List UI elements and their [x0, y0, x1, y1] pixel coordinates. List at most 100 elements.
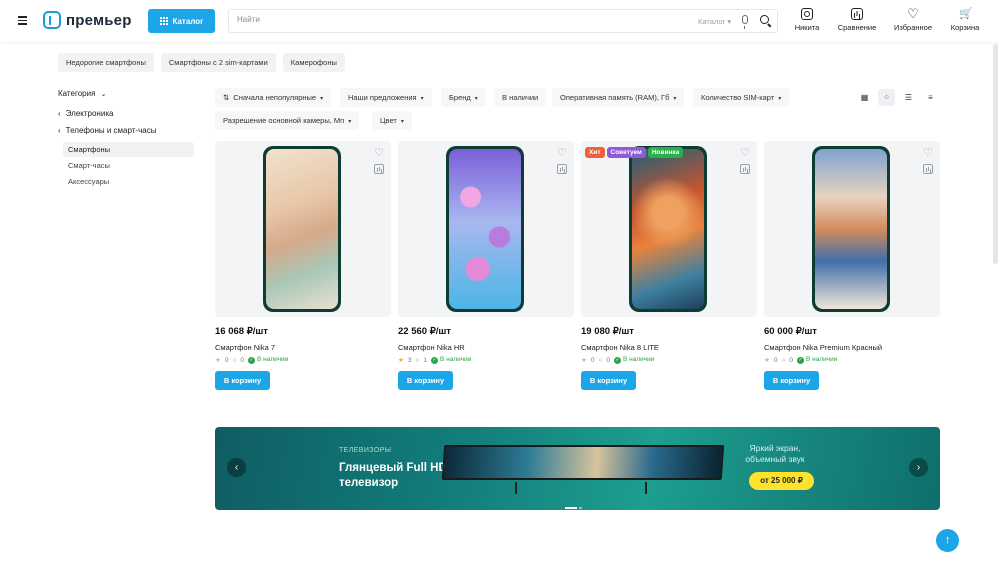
- grid-icon: [159, 17, 168, 25]
- filter-camera-label: Разрешение основной камеры, Мп: [223, 116, 345, 125]
- add-to-cart-button[interactable]: В корзину: [581, 371, 636, 390]
- view-grid-icon[interactable]: ⁘: [878, 89, 895, 106]
- sidebar-parent-electronics[interactable]: ‹ Электроника: [58, 109, 113, 118]
- check-icon: ✓: [248, 357, 256, 364]
- stock-status: ✓ В наличии: [431, 356, 471, 364]
- phone-image: [812, 146, 890, 312]
- microphone-icon[interactable]: [742, 15, 748, 29]
- filter-ram[interactable]: Оперативная память (RAM), Гб ▾: [552, 88, 685, 107]
- category-toggle[interactable]: Категория ⌄: [58, 89, 107, 98]
- search-bar: Каталог ▾: [228, 9, 778, 33]
- favorite-heart-icon[interactable]: ♡: [557, 146, 567, 159]
- product-card[interactable]: ♡ 60 000 ₽/шт Смартфон Nika Premium Крас…: [764, 141, 940, 390]
- filter-offers[interactable]: Наши предложения ▾: [340, 88, 432, 107]
- sidebar-item-accessories[interactable]: Аксессуары: [63, 174, 194, 189]
- product-image[interactable]: ♡: [398, 141, 574, 317]
- view-large-grid-icon[interactable]: ▦: [856, 89, 873, 106]
- filter-camera[interactable]: Разрешение основной камеры, Мп ▾: [215, 111, 360, 130]
- compare-icon[interactable]: [923, 164, 933, 174]
- sidebar-parent-label: Телефоны и смарт-часы: [65, 126, 157, 135]
- product-card[interactable]: Хит Советуем Новинка ♡ 19 080 ₽/шт Смарт…: [581, 141, 757, 390]
- product-image[interactable]: ♡: [215, 141, 391, 317]
- product-meta: ★ 0 ○ 0 ✓ В наличии: [215, 356, 391, 364]
- search-input[interactable]: [237, 15, 677, 24]
- filter-in-stock[interactable]: В наличии: [494, 88, 547, 107]
- search-scope-select[interactable]: Каталог ▾: [698, 17, 731, 26]
- sidebar-item-smartwatches[interactable]: Смарт-часы: [63, 158, 194, 173]
- product-image[interactable]: Хит Советуем Новинка ♡: [581, 141, 757, 317]
- product-name[interactable]: Смартфон Nika Premium Красный: [764, 343, 940, 352]
- banner-price-button[interactable]: от 25 000 ₽: [749, 472, 814, 490]
- phone-image: [263, 146, 341, 312]
- header-favorites[interactable]: ♡ Избранное: [885, 7, 941, 32]
- product-meta: ★ 0 ○ 0 ✓ В наличии: [764, 356, 940, 364]
- banner-next-arrow-icon[interactable]: ›: [909, 458, 928, 477]
- favorites-label: Избранное: [893, 23, 932, 32]
- caret-down-icon: ▾: [320, 96, 324, 102]
- menu-icon[interactable]: [18, 16, 27, 25]
- stock-label: В наличии: [257, 356, 289, 363]
- banner-side-text: Яркий экран, объемный звук: [745, 443, 805, 464]
- add-to-cart-button[interactable]: В корзину: [398, 371, 453, 390]
- banner-prev-arrow-icon[interactable]: ‹: [227, 458, 246, 477]
- sidebar-item-smartphones[interactable]: Смартфоны: [63, 142, 194, 157]
- sort-label: Сначала непопулярные: [233, 93, 317, 102]
- stock-status: ✓ В наличии: [248, 356, 288, 364]
- compare-icon[interactable]: [374, 164, 384, 174]
- compare-icon[interactable]: [557, 164, 567, 174]
- favorite-heart-icon[interactable]: ♡: [740, 146, 750, 159]
- filter-sim-count[interactable]: Количество SIM-карт ▾: [693, 88, 790, 107]
- search-icon[interactable]: [760, 15, 769, 24]
- chevron-down-icon: ⌄: [100, 91, 107, 98]
- image-pager: [846, 313, 860, 315]
- compare-icon[interactable]: [740, 164, 750, 174]
- view-compact-list-icon[interactable]: ≡: [922, 89, 939, 106]
- favorite-heart-icon[interactable]: ♡: [374, 146, 384, 159]
- tag-camera-phones[interactable]: Камерофоны: [282, 53, 345, 72]
- catalog-button[interactable]: Каталог: [148, 9, 215, 33]
- reviews-count: 0: [606, 356, 611, 364]
- caret-down-icon: ▾: [474, 96, 478, 102]
- stock-label: В наличии: [440, 356, 472, 363]
- promo-banner[interactable]: ‹ ТЕЛЕВИЗОРЫ Глянцевый Full HD телевизор…: [215, 427, 940, 510]
- catalog-button-label: Каталог: [172, 16, 204, 26]
- add-to-cart-button[interactable]: В корзину: [764, 371, 819, 390]
- scroll-to-top-button[interactable]: ↑: [936, 529, 959, 552]
- product-price: 22 560 ₽/шт: [398, 326, 451, 337]
- product-image[interactable]: ♡: [764, 141, 940, 317]
- header-compare[interactable]: Сравнение: [829, 8, 885, 32]
- product-card[interactable]: ♡ 16 068 ₽/шт Смартфон Nika 7 ★ 0 ○ 0 ✓ В н…: [215, 141, 391, 390]
- filter-color[interactable]: Цвет ▾: [372, 111, 412, 130]
- tag-dual-sim[interactable]: Смартфоны с 2 sim-картами: [160, 53, 276, 72]
- comment-icon: ○: [781, 356, 786, 364]
- caret-down-icon: ▾: [673, 96, 677, 102]
- image-pager: [480, 313, 494, 315]
- logo[interactable]: премьер: [43, 11, 132, 29]
- caret-down-icon: ▾: [400, 119, 404, 125]
- product-name[interactable]: Смартфон Nika 8 LITE: [581, 343, 757, 352]
- tv-stand: [645, 482, 647, 494]
- add-to-cart-button[interactable]: В корзину: [215, 371, 270, 390]
- product-card[interactable]: ♡ 22 560 ₽/шт Смартфон Nika HR ★ 3 ○ 1 ✓ В …: [398, 141, 574, 390]
- check-icon: ✓: [431, 357, 439, 364]
- product-name[interactable]: Смартфон Nika HR: [398, 343, 574, 352]
- sidebar-parent-label: Электроника: [65, 109, 114, 118]
- view-list-icon[interactable]: ☰: [900, 89, 917, 106]
- star-icon: ★: [581, 357, 587, 364]
- rating-value: 0: [224, 356, 229, 364]
- star-icon: ★: [764, 357, 770, 364]
- header-cart[interactable]: 🛒 Корзина: [937, 8, 993, 32]
- sort-select[interactable]: ⇅ Сначала непопулярные ▾: [215, 88, 332, 107]
- product-price: 60 000 ₽/шт: [764, 326, 817, 337]
- chevron-left-icon: ‹: [58, 109, 61, 118]
- sidebar-parent-phones[interactable]: ‹ Телефоны и смарт-часы: [58, 126, 156, 135]
- banner-pager[interactable]: [565, 503, 584, 510]
- check-icon: ✓: [614, 357, 622, 364]
- filter-brand[interactable]: Бренд ▾: [441, 88, 486, 107]
- tag-cheap-smartphones[interactable]: Недорогие смартфоны: [58, 53, 154, 72]
- scrollbar[interactable]: [993, 44, 998, 264]
- filter-brand-label: Бренд: [449, 93, 471, 102]
- header-user[interactable]: Никита: [779, 8, 835, 32]
- favorite-heart-icon[interactable]: ♡: [923, 146, 933, 159]
- product-name[interactable]: Смартфон Nika 7: [215, 343, 391, 352]
